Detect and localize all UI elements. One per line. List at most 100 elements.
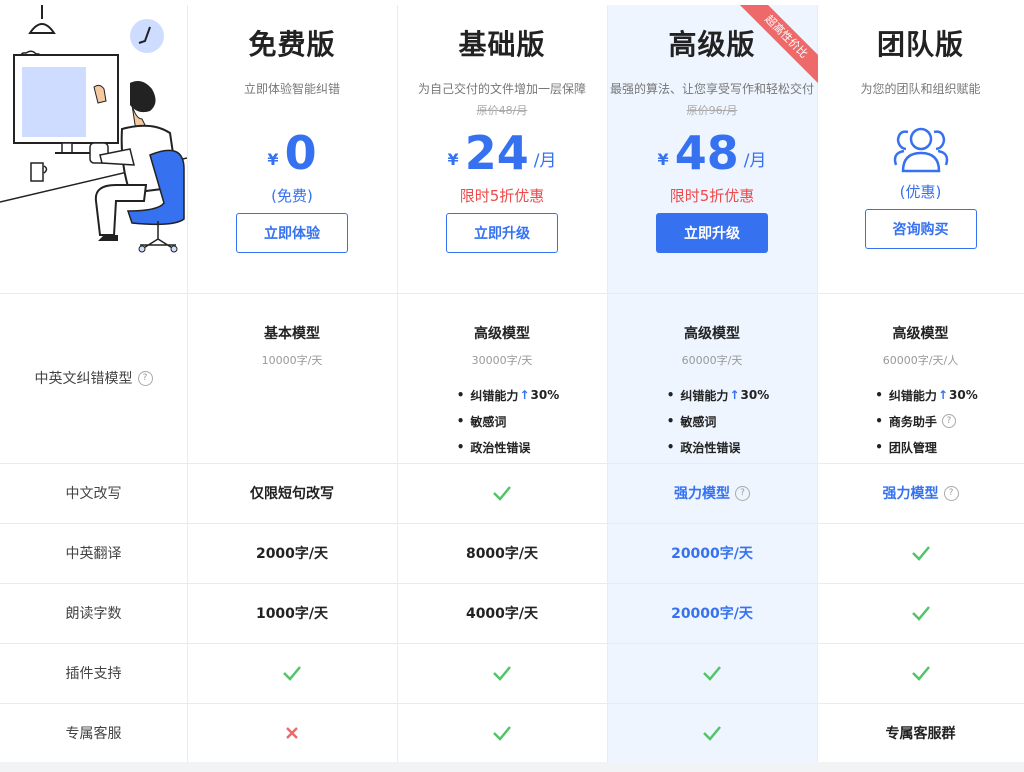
price-unit: /月 (533, 151, 557, 171)
read-free: 1000字/天 (187, 583, 397, 643)
feature-list: 纠错能力↑30% 敏感词 政治性错误 (667, 382, 769, 460)
list-item: 政治性错误 (457, 434, 559, 460)
help-icon[interactable]: ? (943, 485, 959, 501)
check-icon (283, 666, 301, 681)
plan-desc: 为您的团队和组织赋能 (860, 82, 981, 96)
model-free: 基本模型 10000字/天 (187, 293, 397, 463)
row-label-translate: 中英翻译 (65, 546, 122, 562)
price-value: 0 (284, 126, 317, 180)
plan-price: ¥ 24 /月 (448, 129, 557, 177)
plan-basic: 基础版 为自己交付的文件增加一层保障 原价48/月 ¥ 24 /月 限时5折优惠… (397, 5, 607, 293)
plan-free: 免费版 立即体验智能纠错 ¥ 0 (免费) 立即体验 (187, 5, 397, 293)
list-item: 敏感词 (457, 408, 559, 434)
service-free (187, 703, 397, 762)
lamp-icon (28, 5, 56, 34)
plan-team: 团队版 为您的团队和组织赋能 (优惠) 咨询购买 (817, 5, 1024, 293)
cell-text: 强力模型 (882, 486, 939, 502)
row-label-rewrite: 中文改写 (65, 486, 122, 502)
plan-original-price: 原价96/月 (686, 104, 738, 117)
plugin-free (187, 643, 397, 703)
plan-desc: 为自己交付的文件增加一层保障 (417, 82, 586, 96)
team-icon (893, 127, 948, 173)
plan-sub: (免费) (271, 187, 313, 205)
service-team: 专属客服群 (817, 703, 1024, 762)
plan-discount: 限时5折优惠 (669, 187, 755, 205)
plugin-basic (397, 643, 607, 703)
cell-text: 仅限短句改写 (250, 486, 334, 502)
translate-basic: 8000字/天 (397, 523, 607, 583)
row-label-plugin: 插件支持 (65, 666, 122, 682)
upgrade-basic-button[interactable]: 立即升级 (446, 213, 558, 253)
plugin-advanced (607, 643, 817, 703)
rewrite-team: 强力模型? (817, 463, 1024, 523)
help-icon[interactable]: ? (735, 485, 750, 501)
illustration (0, 5, 187, 253)
check-icon (493, 486, 511, 501)
list-item: 敏感词 (667, 408, 769, 434)
check-icon (493, 725, 511, 741)
help-icon[interactable]: ? (941, 414, 956, 428)
best-value-ribbon: 超高性价比 (730, 5, 818, 93)
price-value: 48 (674, 126, 739, 180)
plan-desc: 立即体验智能纠错 (243, 82, 340, 96)
cell-text: 1000字/天 (255, 606, 329, 622)
plugin-team (817, 643, 1024, 703)
cell-text: 8000字/天 (465, 546, 539, 562)
list-item: 纠错能力↑30% (457, 382, 559, 408)
help-icon[interactable]: ? (137, 370, 153, 386)
arrow-up-icon: ↑ (937, 388, 948, 402)
service-basic (397, 703, 607, 762)
check-icon (911, 666, 930, 681)
check-icon (911, 606, 930, 621)
price-unit: /月 (743, 151, 767, 171)
model-name: 高级模型 (892, 326, 949, 342)
model-quota: 10000字/天 (261, 354, 323, 367)
price-value: 24 (464, 126, 529, 180)
upgrade-advanced-button[interactable]: 立即升级 (656, 213, 768, 253)
read-advanced: 20000字/天 (607, 583, 817, 643)
model-basic: 高级模型 30000字/天 纠错能力↑30% 敏感词 政治性错误 (397, 293, 607, 463)
cell-text: 4000字/天 (465, 606, 539, 622)
cell-text: 2000字/天 (255, 546, 329, 562)
model-quota: 60000字/天 (681, 354, 743, 367)
arrow-up-icon: ↑ (729, 388, 740, 402)
clock-icon (130, 19, 164, 53)
translate-free: 2000字/天 (187, 523, 397, 583)
model-name: 高级模型 (474, 326, 530, 342)
translate-advanced: 20000字/天 (607, 523, 817, 583)
model-name: 高级模型 (684, 326, 740, 342)
cell-text: 强力模型 (674, 486, 730, 502)
check-icon (703, 666, 721, 681)
model-advanced: 高级模型 60000字/天 纠错能力↑30% 敏感词 政治性错误 (607, 293, 817, 463)
feature-list: 纠错能力↑30% 敏感词 政治性错误 (457, 382, 559, 460)
model-team: 高级模型 60000字/天/人 纠错能力↑30% 商务助手? 团队管理 (817, 293, 1024, 463)
cell-text: 20000字/天 (671, 606, 753, 622)
ribbon-label: 超高性价比 (736, 5, 818, 87)
check-icon (911, 546, 930, 561)
try-now-button[interactable]: 立即体验 (236, 213, 348, 253)
rewrite-basic (397, 463, 607, 523)
plan-price: ¥ 48 /月 (658, 129, 767, 177)
check-icon (703, 725, 721, 741)
rewrite-free: 仅限短句改写 (187, 463, 397, 523)
plan-title: 基础版 (458, 28, 546, 61)
model-quota: 30000字/天 (471, 354, 533, 367)
row-label-text: 中英文纠错模型 (34, 371, 133, 387)
model-quota: 60000字/天/人 (882, 354, 959, 367)
translate-team (817, 523, 1024, 583)
list-item: 纠错能力↑30% (875, 382, 978, 408)
read-basic: 4000字/天 (397, 583, 607, 643)
list-item: 政治性错误 (667, 434, 769, 460)
plan-price: ¥ 0 (267, 129, 316, 177)
cell-text: 20000字/天 (671, 546, 753, 562)
rewrite-advanced: 强力模型? (607, 463, 817, 523)
list-item: 团队管理 (875, 434, 977, 460)
row-label-model: 中英文纠错模型? (0, 293, 187, 463)
read-team (817, 583, 1024, 643)
cell-text: 专属客服群 (885, 725, 956, 742)
row-label-service: 专属客服 (65, 725, 122, 742)
model-name: 基本模型 (264, 326, 320, 342)
plan-discount: 限时5折优惠 (459, 187, 545, 205)
plan-title: 免费版 (248, 28, 336, 61)
consult-buy-button[interactable]: 咨询购买 (864, 209, 977, 249)
